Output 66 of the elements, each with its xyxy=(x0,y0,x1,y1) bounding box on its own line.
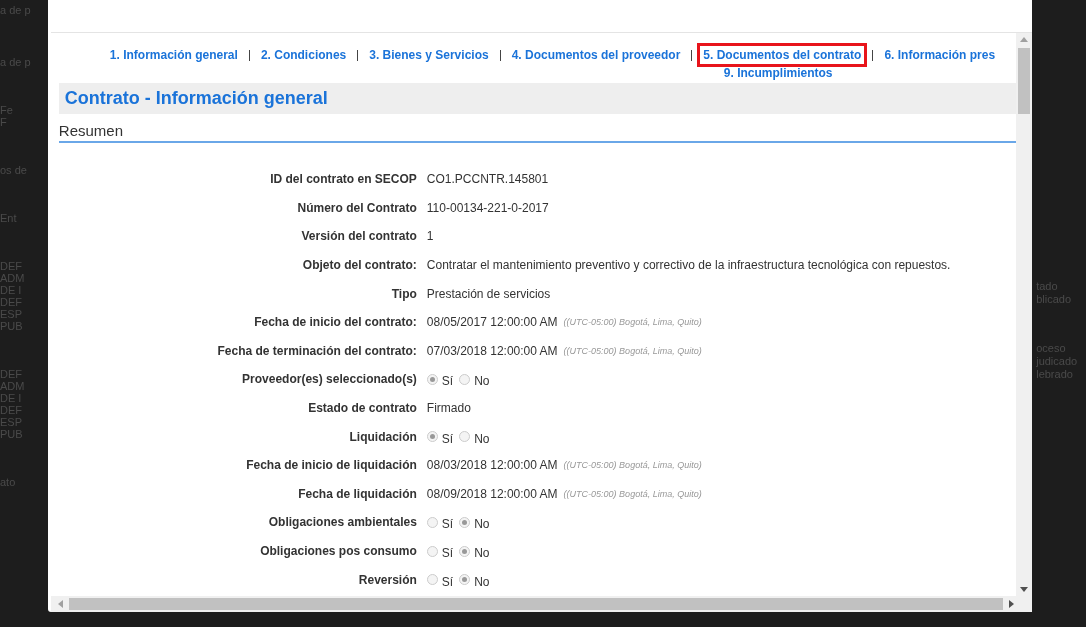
field-value: CO1.PCCNTR.145801 xyxy=(426,172,549,187)
horizontal-scrollbar[interactable] xyxy=(50,596,1033,612)
field-label: ID del contrato en SECOP xyxy=(269,172,417,187)
field-label: Número del Contrato xyxy=(296,200,417,215)
page-title: Contrato - Información general xyxy=(64,88,329,109)
scroll-up-icon[interactable] xyxy=(1020,36,1029,42)
radio-label: No xyxy=(474,574,490,589)
field-label: Fecha de inicio de liquidación xyxy=(245,458,417,473)
field-label: Reversión xyxy=(357,572,417,587)
scrollbar-thumb[interactable] xyxy=(1018,48,1031,114)
field-label: Estado de contrato xyxy=(307,401,417,416)
radio-label: Sí xyxy=(441,374,454,389)
field-value: 110-00134-221-0-2017 xyxy=(426,200,549,215)
section-tab[interactable]: 1. Información general xyxy=(103,43,244,67)
radio-button[interactable] xyxy=(459,373,471,385)
field-label: Tipo xyxy=(390,286,417,301)
scroll-left-icon[interactable] xyxy=(56,600,63,608)
timezone-note: ((UTC-05:00) Bogotá, Lima, Quito) xyxy=(563,317,702,328)
vertical-scrollbar[interactable] xyxy=(1016,33,1033,596)
scroll-right-icon[interactable] xyxy=(1008,600,1015,608)
radio-label: Sí xyxy=(441,574,454,589)
radio-button[interactable] xyxy=(459,574,471,586)
scroll-down-icon[interactable] xyxy=(1020,587,1029,593)
field-label: Fecha de inicio del contrato: xyxy=(253,315,417,330)
field-value: Contratar el mantenimiento preventivo y correctivo de la infraestructura tecnológica con repuestos. xyxy=(426,258,951,273)
timezone-note: ((UTC-05:00) Bogotá, Lima, Quito) xyxy=(563,488,702,499)
radio-button[interactable] xyxy=(426,431,438,443)
field-value: Firmado xyxy=(426,401,471,416)
radio-label: Sí xyxy=(441,517,454,532)
radio-label: No xyxy=(474,431,490,446)
scrollbar-thumb[interactable] xyxy=(68,598,1003,610)
section-tab[interactable]: 6. Información pres xyxy=(878,43,1002,67)
radio-button[interactable] xyxy=(426,373,438,385)
field-label: Objeto del contrato: xyxy=(301,258,417,273)
field-value: 08/03/2018 12:00:00 AM xyxy=(426,458,558,473)
field-label: Fecha de liquidación xyxy=(297,486,417,501)
radio-label: No xyxy=(474,517,490,532)
field-value: 08/09/2018 12:00:00 AM xyxy=(426,486,558,501)
section-tab[interactable]: 3. Bienes y Servicios xyxy=(363,43,495,67)
radio-button[interactable] xyxy=(426,516,438,528)
radio-button[interactable] xyxy=(459,431,471,443)
radio-button[interactable] xyxy=(426,545,438,557)
field-label: Liquidación xyxy=(348,429,417,444)
section-tab[interactable]: 9. Incumplimientos xyxy=(720,66,836,80)
section-tab[interactable]: 2. Condiciones xyxy=(254,43,353,67)
radio-button[interactable] xyxy=(459,516,471,528)
timezone-note: ((UTC-05:00) Bogotá, Lima, Quito) xyxy=(563,345,702,356)
radio-label: No xyxy=(474,374,490,389)
radio-button[interactable] xyxy=(426,574,438,586)
field-value: Prestación de servicios xyxy=(426,286,551,301)
radio-label: No xyxy=(474,546,490,560)
timezone-note: ((UTC-05:00) Bogotá, Lima, Quito) xyxy=(563,460,702,471)
field-label: Obligaciones ambientales xyxy=(267,515,417,530)
section-tab[interactable]: 5. Documentos del contrato xyxy=(697,43,868,67)
field-value: 1 xyxy=(426,229,434,244)
radio-label: Sí xyxy=(441,431,454,446)
section-tab[interactable]: 4. Documentos del proveedor xyxy=(505,43,687,67)
radio-label: Sí xyxy=(441,546,454,560)
field-value: 07/03/2018 12:00:00 AM xyxy=(426,343,558,358)
field-label: Obligaciones pos consumo xyxy=(259,544,417,558)
section-heading: Resumen xyxy=(58,114,1017,143)
field-label: Fecha de terminación del contrato: xyxy=(216,343,417,358)
field-label: Versión del contrato xyxy=(300,229,417,244)
field-label: Proveedor(es) seleccionado(s) xyxy=(241,372,417,387)
field-value: 08/05/2017 12:00:00 AM xyxy=(426,315,558,330)
radio-button[interactable] xyxy=(459,545,471,557)
